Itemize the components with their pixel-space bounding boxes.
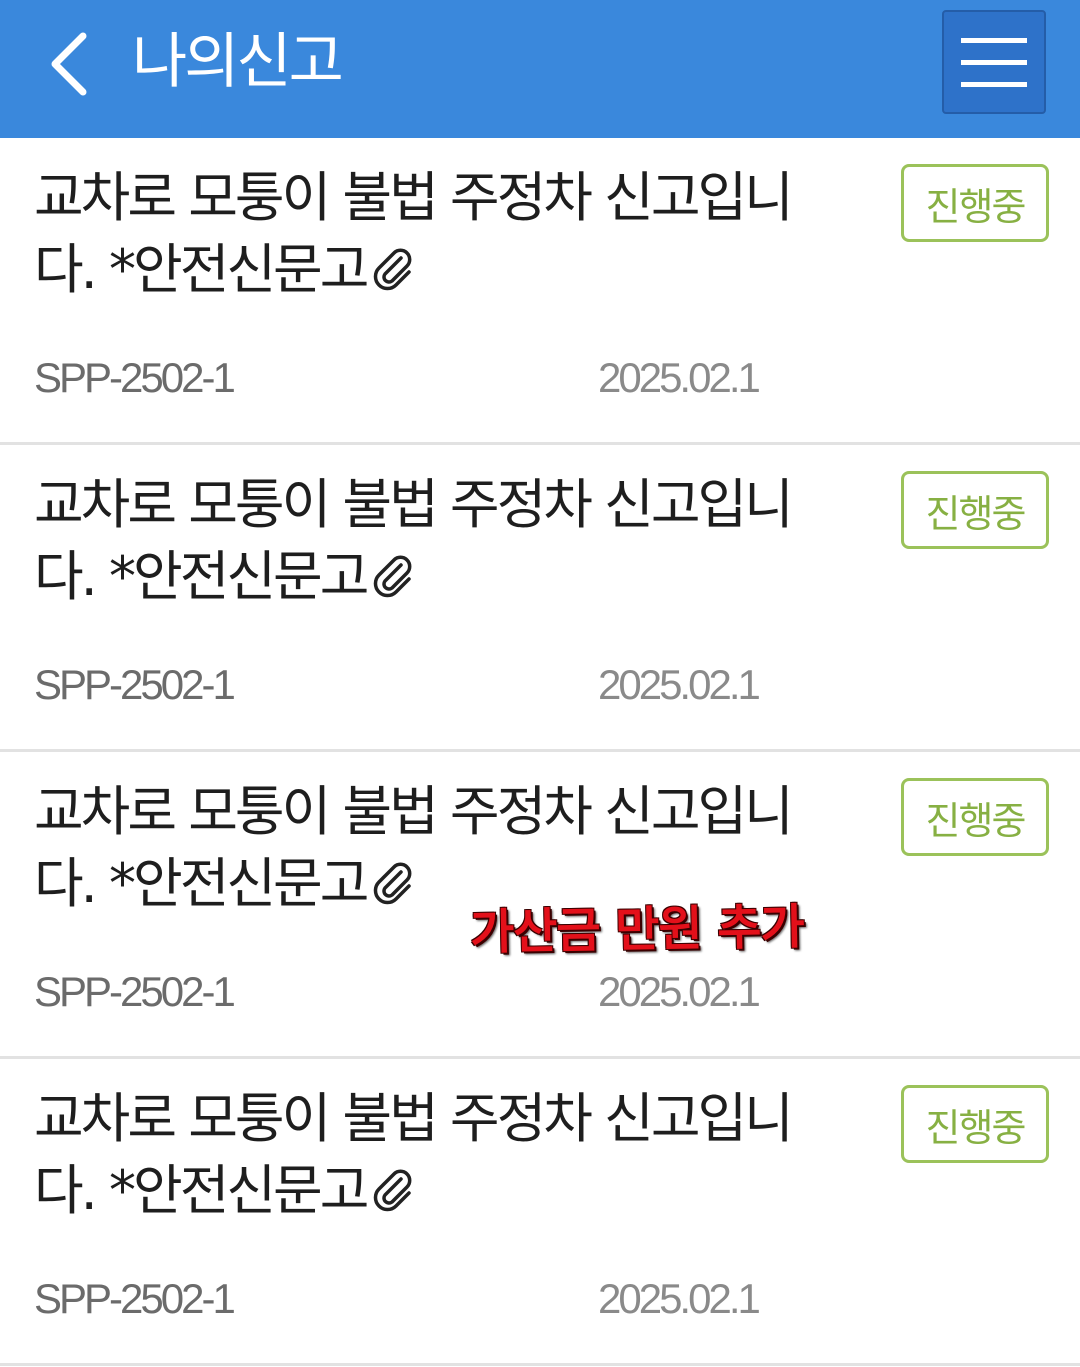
report-id: SPP-2502-1 [34,1275,236,1322]
back-button[interactable] [34,24,104,104]
report-title: 교차로 모퉁이 불법 주정차 신고입니다. *안전신문고 [34,469,794,613]
status-badge: 진행중 [901,778,1049,856]
paperclip-icon [374,555,412,598]
report-title: 교차로 모퉁이 불법 주정차 신고입니다. *안전신문고 [34,1083,794,1227]
report-id: SPP-2502-1 [34,354,236,401]
report-title: 교차로 모퉁이 불법 주정차 신고입니다. *안전신문고 [34,162,794,306]
overlay-annotation: 가산금 만원 추가 [469,899,805,961]
status-badge: 진행중 [901,471,1049,549]
report-item[interactable]: 교차로 모퉁이 불법 주정차 신고입니다. *안전신문고 진행중 SPP-250… [0,1059,1080,1366]
report-date: 2025.02.1 [598,661,761,708]
hamburger-menu-icon [961,37,1027,43]
app-header: 나의신고 [0,0,1080,138]
report-id: SPP-2502-1 [34,968,236,1015]
hamburger-menu-icon [961,81,1027,87]
report-date: 2025.02.1 [598,968,761,1015]
report-id: SPP-2502-1 [34,661,236,708]
report-item[interactable]: 교차로 모퉁이 불법 주정차 신고입니다. *안전신문고 진행중 SPP-250… [0,445,1080,752]
report-item[interactable]: 교차로 모퉁이 불법 주정차 신고입니다. *안전신문고 진행중 SPP-250… [0,138,1080,445]
paperclip-icon [374,248,412,291]
status-badge: 진행중 [901,1085,1049,1163]
my-reports-screen: 나의신고 교차로 모퉁이 불법 주정차 신고입니다. *안전신문고 진행중 SP… [0,0,1080,1367]
menu-button[interactable] [942,10,1046,114]
paperclip-icon [374,1169,412,1212]
report-list: 교차로 모퉁이 불법 주정차 신고입니다. *안전신문고 진행중 SPP-250… [0,138,1080,1366]
status-badge: 진행중 [901,164,1049,242]
page-title: 나의신고 [132,27,344,97]
hamburger-menu-icon [961,59,1027,65]
report-date: 2025.02.1 [598,354,761,401]
chevron-left-icon [51,32,87,96]
report-date: 2025.02.1 [598,1275,761,1322]
paperclip-icon [374,862,412,905]
